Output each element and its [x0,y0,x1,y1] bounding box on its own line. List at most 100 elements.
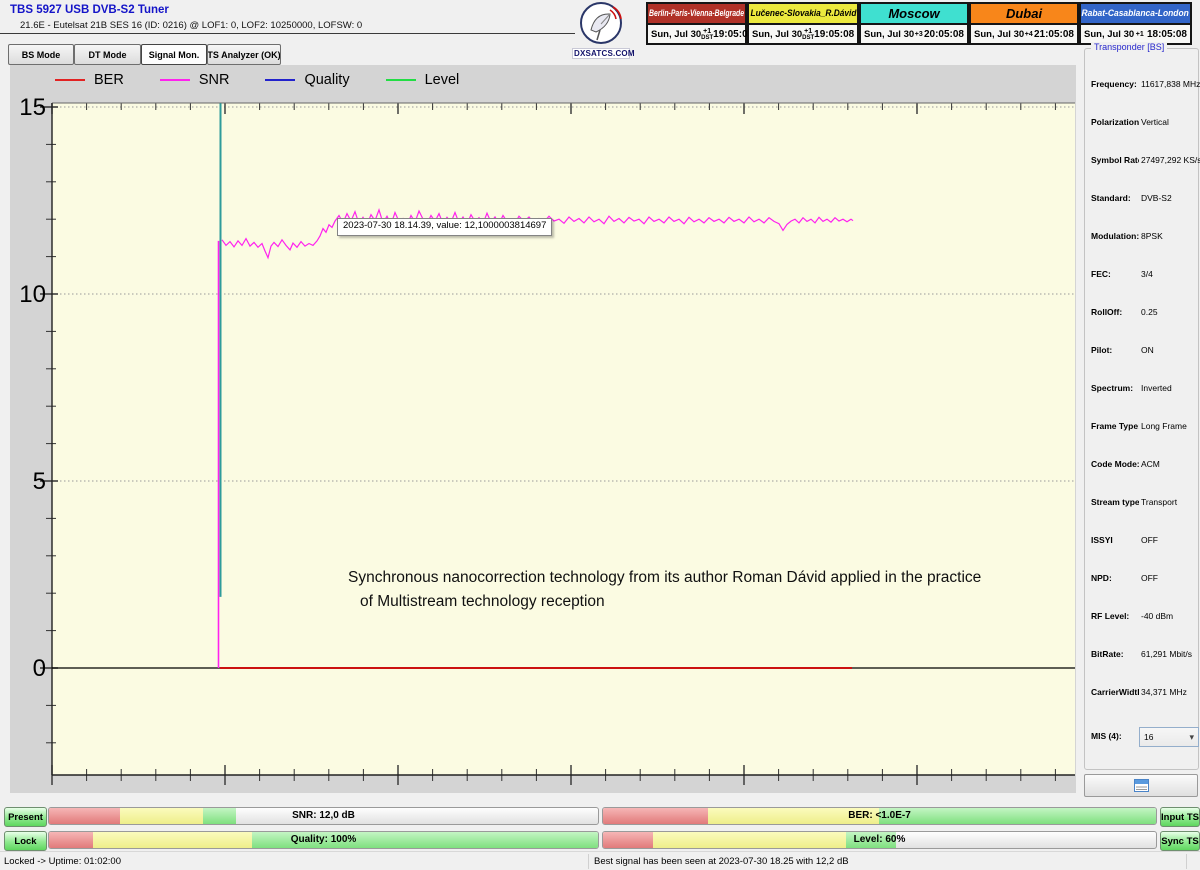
field-value-11: Transport [1141,497,1177,507]
mis-selected-value: 16 [1144,732,1153,742]
field-label-12: ISSYI [1091,535,1139,545]
field-value-14: -40 dBm [1141,611,1173,621]
best-signal-status: Best signal has been seen at 2023-07-30 … [594,856,849,867]
chevron-down-icon: ▾ [1189,732,1194,743]
y-axis-tick-label: 10 [12,281,46,309]
field-value-2: 27497,292 KS/s [1141,155,1200,165]
chart-plot[interactable] [10,65,1076,798]
field-value-16: 34,371 MHz [1141,687,1187,697]
field-label-6: RollOff: [1091,307,1139,317]
clock-utc-offset: +3 [915,31,923,38]
clock-utc-offset: +1 [1136,31,1144,38]
statusbar-separator [1186,854,1187,869]
field-label-15: BitRate: [1091,649,1139,659]
snr-meter-label: SNR: 12,0 dB [49,808,598,824]
lock-uptime-status: Locked -> Uptime: 01:02:00 [4,856,121,867]
tuner-app-window: TBS 5927 USB DVB-S2 Tuner 21.6E - Eutels… [0,0,1200,870]
field-label-8: Spectrum: [1091,383,1139,393]
chart-annotation: Synchronous nanocorrection technology fr… [348,566,981,614]
ber-meter-label: BER: <1.0E-7 [603,808,1156,824]
field-value-15: 61,291 Mbit/s [1141,649,1192,659]
field-value-13: OFF [1141,573,1158,583]
field-label-10: Code Mode: [1091,459,1139,469]
field-value-12: OFF [1141,535,1158,545]
clock-city-label: Rabat-Casablanca-London [1079,2,1192,25]
field-value-5: 3/4 [1141,269,1153,279]
tab-dt-mode[interactable]: DT Mode [74,44,141,65]
statusbar-separator [588,854,589,869]
logo-text: DXSATCS.COM [572,48,630,59]
ber-meter: BER: <1.0E-7 [602,807,1157,825]
field-label-0: Frequency: [1091,79,1139,89]
ts-log-button[interactable] [1084,774,1198,797]
clock-hms: 18:05:08 [1147,29,1187,40]
clock-time: Sun, Jul 30 +3 20:05:08 [859,25,969,45]
clock-city-label: Berlin-Paris-Vienna-Belgrade [646,2,747,25]
satellite-dish-icon [577,1,625,47]
quality-meter-label: Quality: 100% [49,832,598,848]
clock-hms: 20:05:08 [924,29,964,40]
datapoint-tooltip: 2023-07-30 18.14.39, value: 12,100000381… [337,218,552,236]
field-value-8: Inverted [1141,383,1172,393]
clock-5: Rabat-Casablanca-London Sun, Jul 30 +1 1… [1079,2,1192,45]
field-label-5: FEC: [1091,269,1139,279]
clock-time: Sun, Jul 30 +4 21:05:08 [969,25,1079,45]
clock-time: Sun, Jul 30 +1DST 19:05:08 [747,25,859,45]
field-label-16: CarrierWidth: [1091,687,1139,697]
clock-3: Moscow Sun, Jul 30 +3 20:05:08 [859,2,969,45]
field-value-0: 11617,838 MHz [1141,79,1200,89]
clock-2: Lučenec-Slovakia_R.Dávid Sun, Jul 30 +1D… [747,2,859,45]
field-value-10: ACM [1141,459,1160,469]
field-label-14: RF Level: [1091,611,1139,621]
lock-indicator-button[interactable]: Lock [4,831,47,851]
clock-utc-offset: +1DST [701,28,713,41]
clock-hms: 19:05:08 [814,29,854,40]
quality-meter: Quality: 100% [48,831,599,849]
clock-utc-offset: +1DST [802,28,814,41]
header-divider [0,33,575,34]
field-label-3: Standard: [1091,193,1139,203]
clock-city-label: Moscow [859,2,969,25]
clock-date: Sun, Jul 30 [752,29,802,40]
present-indicator-button[interactable]: Present [4,807,47,827]
y-axis-tick-label: 15 [12,94,46,122]
transponder-groupbox: Transponder [BS] Frequency:11617,838 MHz… [1084,48,1199,770]
snr-meter: SNR: 12,0 dB [48,807,599,825]
field-label-4: Modulation: [1091,231,1139,241]
tab-signal-mon-[interactable]: Signal Mon. [141,44,207,65]
field-label-2: Symbol Rate: [1091,155,1139,165]
clock-date: Sun, Jul 30 [974,29,1024,40]
mis-select[interactable]: 16 ▾ [1139,727,1199,747]
field-value-9: Long Frame [1141,421,1187,431]
field-label-11: Stream type: [1091,497,1139,507]
annotation-line-1: Synchronous nanocorrection technology fr… [348,566,981,590]
field-label-1: Polarization: [1091,117,1139,127]
field-label-13: NPD: [1091,573,1139,583]
field-value-1: Vertical [1141,117,1169,127]
clock-hms: 21:05:08 [1034,29,1074,40]
clock-1: Berlin-Paris-Vienna-Belgrade Sun, Jul 30… [646,2,747,45]
field-value-4: 8PSK [1141,231,1163,241]
level-meter: Level: 60% [602,831,1157,849]
sync-ts-indicator-button[interactable]: Sync TS [1160,831,1200,851]
signal-monitor-chart[interactable]: BER SNR Quality Level 051015 [10,65,1076,793]
dxsatcs-logo: DXSATCS.COM [572,1,630,53]
tab-ts-analyzer-ok-[interactable]: TS Analyzer (OK) [207,44,281,65]
clock-date: Sun, Jul 30 [1084,29,1134,40]
level-meter-label: Level: 60% [603,832,1156,848]
clock-city-label: Dubai [969,2,1079,25]
y-axis-tick-label: 0 [12,655,46,683]
clock-4: Dubai Sun, Jul 30 +4 21:05:08 [969,2,1079,45]
field-label-7: Pilot: [1091,345,1139,355]
clock-date: Sun, Jul 30 [651,29,701,40]
world-clocks: Berlin-Paris-Vienna-Belgrade Sun, Jul 30… [646,2,1192,45]
clock-date: Sun, Jul 30 [864,29,914,40]
y-axis-tick-label: 5 [12,468,46,496]
field-value-6: 0.25 [1141,307,1158,317]
tab-bs-mode[interactable]: BS Mode [8,44,74,65]
field-value-7: ON [1141,345,1154,355]
satellite-subtitle: 21.6E - Eutelsat 21B SES 16 (ID: 0216) @… [20,20,362,31]
field-value-3: DVB-S2 [1141,193,1172,203]
app-title: TBS 5927 USB DVB-S2 Tuner [10,4,169,16]
input-ts-indicator-button[interactable]: Input TS [1160,807,1200,827]
